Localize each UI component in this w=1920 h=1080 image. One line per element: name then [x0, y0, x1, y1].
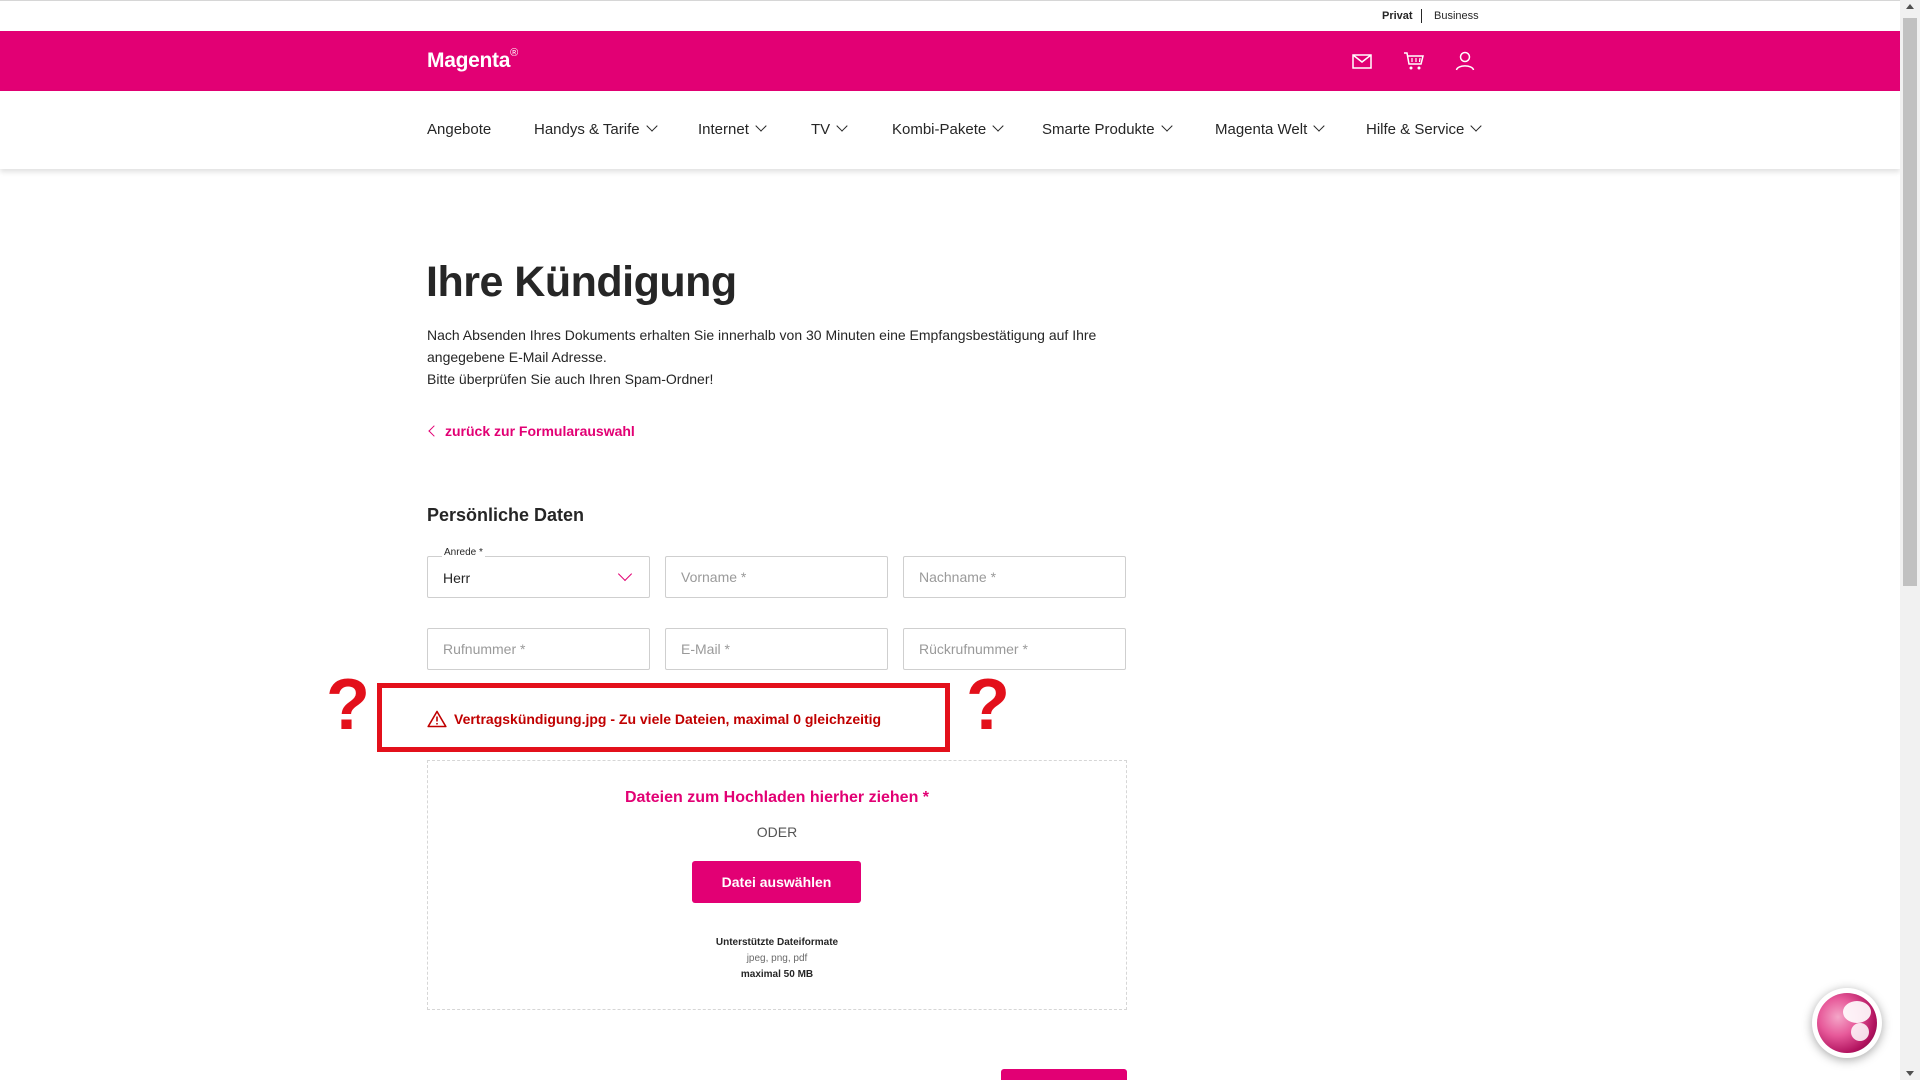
chevron-down-icon [1313, 120, 1325, 132]
brand-header: Magenta® [0, 31, 1900, 91]
nachname-input[interactable] [904, 557, 1125, 597]
supported-formats: Unterstützte Dateiformate jpeg, png, pdf… [428, 935, 1126, 983]
scrollbar-thumb[interactable] [1903, 18, 1917, 586]
scroll-up-icon[interactable] [1906, 4, 1914, 9]
nav-item-magenta-welt[interactable]: Magenta Welt [1215, 120, 1325, 138]
intro-text: Nach Absenden Ihres Dokuments erhalten S… [427, 324, 1127, 390]
nachname-field[interactable] [903, 556, 1126, 598]
segment-business-link[interactable]: Business [1434, 10, 1479, 22]
rueckrufnummer-input[interactable] [904, 629, 1125, 669]
annotation-question-mark-left: ? [326, 665, 370, 745]
chevron-down-icon [645, 120, 658, 132]
vorname-input[interactable] [666, 557, 887, 597]
rufnummer-input[interactable] [428, 629, 649, 669]
chevron-down-icon [617, 566, 633, 582]
nav-item-angebote[interactable]: Angebote [427, 121, 491, 138]
chevron-down-icon [1160, 120, 1173, 132]
segment-privat-link[interactable]: Privat [1382, 10, 1413, 22]
page-scrollbar[interactable] [1900, 0, 1920, 1080]
formats-title: Unterstützte Dateiformate [715, 937, 839, 948]
nav-item-tv[interactable]: TV [811, 120, 848, 138]
chat-avatar-icon [1817, 993, 1877, 1053]
magenta-logo[interactable]: Magenta® [427, 47, 518, 73]
rufnummer-field[interactable] [427, 628, 650, 670]
user-icon[interactable] [1453, 49, 1477, 73]
chevron-down-icon [836, 120, 848, 132]
main-navigation: Angebote Handys & Tarife Internet TV Kom… [0, 91, 1900, 169]
anrede-label: Anrede * [442, 547, 485, 558]
max-file-size: maximal 50 MB [740, 969, 814, 980]
file-dropzone[interactable]: Dateien zum Hochladen hierher ziehen * O… [427, 760, 1127, 1010]
cart-icon[interactable] [1402, 49, 1426, 73]
anrede-select[interactable]: Herr [427, 556, 650, 598]
formats-list: jpeg, png, pdf [746, 953, 808, 964]
nav-item-smarte-produkte[interactable]: Smarte Produkte [1042, 120, 1173, 138]
scroll-down-icon[interactable] [1906, 1071, 1914, 1076]
select-file-button[interactable]: Datei auswählen [692, 861, 861, 903]
email-field[interactable] [665, 628, 888, 670]
dropzone-or: ODER [756, 824, 798, 840]
chevron-left-icon [428, 425, 440, 437]
rueckrufnummer-field[interactable] [903, 628, 1126, 670]
anrede-value: Herr [443, 570, 471, 586]
nav-item-internet[interactable]: Internet [698, 120, 767, 138]
mail-icon[interactable] [1350, 49, 1374, 73]
vorname-field[interactable] [665, 556, 888, 598]
nav-item-hilfe-service[interactable]: Hilfe & Service [1366, 120, 1483, 138]
page-title: Ihre Kündigung [426, 258, 737, 306]
chevron-down-icon [1470, 120, 1483, 132]
chevron-down-icon [992, 120, 1004, 132]
chat-assistant-button[interactable] [1812, 988, 1882, 1058]
nav-item-kombi-pakete[interactable]: Kombi-Pakete [892, 120, 1004, 138]
intro-line: Nach Absenden Ihres Dokuments erhalten S… [427, 327, 1097, 365]
segment-divider [1421, 9, 1422, 23]
email-input[interactable] [666, 629, 887, 669]
dropzone-title: Dateien zum Hochladen hierher ziehen * [624, 789, 930, 806]
submit-button[interactable] [1001, 1069, 1127, 1080]
section-title-personal-data: Persönliche Daten [427, 505, 585, 525]
warning-icon [427, 710, 447, 728]
upload-error-message: Vertragskündigung.jpg - Zu viele Dateien… [427, 706, 881, 728]
nav-item-handys-tarife[interactable]: Handys & Tarife [534, 120, 658, 138]
top-meta-bar: Privat Business [0, 0, 1900, 31]
intro-hint: Bitte überprüfen Sie auch Ihren Spam-Ord… [427, 371, 714, 387]
back-to-form-selection-link[interactable]: zurück zur Formularauswahl [427, 423, 635, 439]
chevron-down-icon [755, 120, 767, 132]
annotation-question-mark-right: ? [966, 665, 1010, 745]
